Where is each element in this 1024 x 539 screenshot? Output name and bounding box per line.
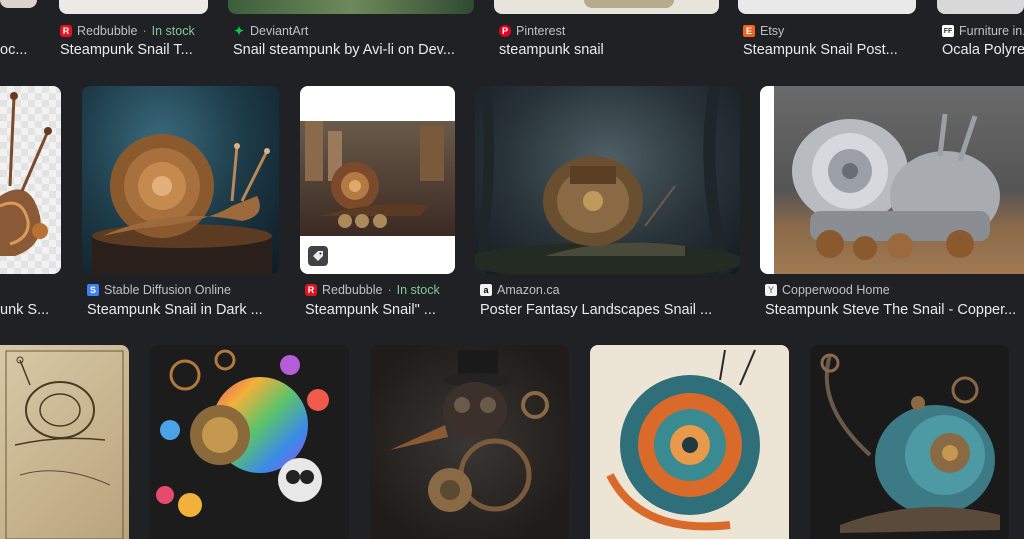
source-name: Redbubble: [77, 24, 138, 38]
snail-illustration: [760, 86, 1000, 274]
source-name: Redbubble: [322, 283, 383, 297]
result-image-row2-2[interactable]: [300, 86, 455, 274]
redbubble-favicon-icon: R: [60, 25, 72, 37]
result-title-row2-1[interactable]: Steampunk Snail in Dark ...: [87, 300, 282, 320]
result-image-row1-0[interactable]: [0, 0, 37, 8]
result-image-row3-0[interactable]: [0, 345, 129, 539]
result-image-row3-2[interactable]: [370, 345, 569, 539]
snail-illustration: [92, 134, 272, 274]
result-title-row2-4[interactable]: Steampunk Steve The Snail - Copper...: [765, 300, 1024, 320]
source-name: Copperwood Home: [782, 283, 890, 297]
tag-icon: [308, 246, 328, 266]
source-name: Furniture in...: [959, 24, 1024, 38]
result-image-row1-4[interactable]: [738, 0, 916, 14]
result-source-row1-2[interactable]: ✦ DeviantArt: [233, 24, 473, 38]
result-title-row1-5[interactable]: Ocala Polyre: [942, 40, 1024, 60]
snail-illustration: [305, 121, 444, 228]
snail-illustration: [390, 350, 549, 512]
source-name: Stable Diffusion Online: [104, 283, 231, 297]
result-image-row3-3[interactable]: [590, 345, 789, 539]
stock-status: In stock: [151, 24, 195, 38]
result-image-row3-1[interactable]: [150, 345, 349, 539]
result-image-row1-3[interactable]: [494, 0, 719, 14]
result-source-row2-3[interactable]: a Amazon.ca: [480, 283, 740, 297]
result-title-row1-3[interactable]: steampunk snail: [499, 40, 719, 60]
snail-illustration: [606, 349, 760, 531]
result-title-row1-4[interactable]: Steampunk Snail Post...: [743, 40, 918, 60]
result-image-row2-0[interactable]: [0, 86, 61, 274]
result-source-row1-3[interactable]: P Pinterest: [499, 24, 719, 38]
furniture-favicon-icon: FF: [942, 25, 954, 37]
etsy-favicon-icon: E: [743, 25, 755, 37]
source-name: Amazon.ca: [497, 283, 560, 297]
amazon-favicon-icon: a: [480, 284, 492, 296]
result-image-row2-1[interactable]: [82, 86, 279, 274]
result-image-row1-5[interactable]: [937, 0, 1024, 14]
deviantart-favicon-icon: ✦: [233, 24, 245, 38]
result-title-row2-0[interactable]: unk S...: [0, 300, 61, 320]
result-title-row2-2[interactable]: Steampunk Snail" ...: [305, 300, 460, 320]
copperwood-favicon-icon: Y: [765, 284, 777, 296]
snail-illustration: [820, 353, 1000, 533]
stock-status: In stock: [396, 283, 440, 297]
snail-illustration: [475, 86, 740, 274]
result-source-row2-1[interactable]: S Stable Diffusion Online: [87, 283, 282, 297]
result-title-row1-1[interactable]: Steampunk Snail T...: [60, 40, 210, 60]
pinterest-favicon-icon: P: [499, 25, 511, 37]
result-source-row1-5[interactable]: FF Furniture in...: [942, 24, 1024, 38]
result-image-row1-1[interactable]: [59, 0, 208, 14]
separator: ·: [387, 283, 392, 297]
snail-illustration: [5, 350, 124, 539]
source-name: Pinterest: [516, 24, 566, 38]
result-title-row2-3[interactable]: Poster Fantasy Landscapes Snail ...: [480, 300, 740, 320]
result-title-row1-0[interactable]: oc...: [0, 40, 30, 60]
source-name: DeviantArt: [250, 24, 309, 38]
separator: ·: [142, 24, 147, 38]
result-image-row2-3[interactable]: [475, 86, 740, 274]
result-image-row2-4[interactable]: [760, 86, 1024, 274]
result-source-row1-1[interactable]: R Redbubble · In stock: [60, 24, 210, 38]
snail-illustration: [156, 349, 329, 517]
stable-diffusion-favicon-icon: S: [87, 284, 99, 296]
source-name: Etsy: [760, 24, 785, 38]
result-image-row1-2[interactable]: [228, 0, 474, 14]
snail-illustration: [0, 92, 52, 256]
result-source-row1-4[interactable]: E Etsy: [743, 24, 918, 38]
result-source-row2-4[interactable]: Y Copperwood Home: [765, 283, 1024, 297]
result-source-row2-2[interactable]: R Redbubble · In stock: [305, 283, 460, 297]
redbubble-favicon-icon: R: [305, 284, 317, 296]
result-title-row1-2[interactable]: Snail steampunk by Avi-li on Dev...: [233, 40, 473, 60]
result-image-row3-4[interactable]: [810, 345, 1009, 539]
